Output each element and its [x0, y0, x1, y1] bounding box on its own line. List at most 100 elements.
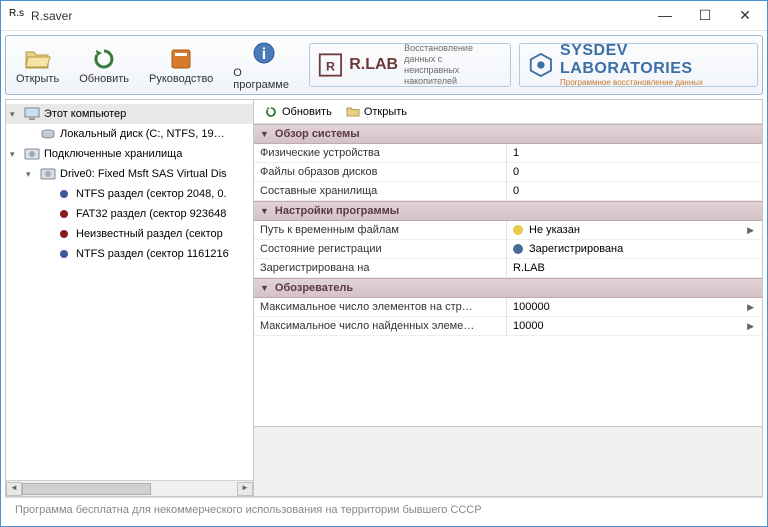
prop-val[interactable]: 100000 ▶ [506, 298, 762, 316]
rlab-logo-icon: R [318, 51, 343, 79]
expand-arrow-icon[interactable]: ▶ [747, 302, 754, 313]
tree-hscrollbar[interactable]: ◄ ► [6, 480, 253, 496]
titlebar: R.s R.saver — ☐ ✕ [1, 1, 767, 31]
tree-p3-label: Неизвестный раздел (сектор [76, 228, 223, 240]
tree-storages-label: Подключенные хранилища [44, 148, 182, 160]
prop-val: 1 [506, 144, 762, 162]
tree-root-label: Этот компьютер [44, 108, 126, 120]
section-overview[interactable]: ▼ Обзор системы [254, 124, 762, 144]
prop-key: Состояние регистрации [254, 240, 506, 258]
properties-grid: ▼ Обзор системы Физические устройства 1 … [254, 124, 762, 426]
partition-icon [56, 246, 72, 262]
empty-bottom-panel [254, 426, 762, 496]
open-label: Открыть [16, 73, 59, 85]
section-overview-label: Обзор системы [275, 128, 360, 140]
expand-arrow-icon[interactable]: ▶ [747, 225, 754, 236]
prop-key: Файлы образов дисков [254, 163, 506, 181]
details-open-button[interactable]: Открыть [346, 105, 407, 119]
partition-icon [56, 226, 72, 242]
svg-text:i: i [262, 46, 266, 63]
collapse-icon[interactable]: ▾ [10, 149, 20, 160]
prop-val: Зарегистрирована [506, 240, 762, 258]
prop-val: 0 [506, 163, 762, 181]
prop-val[interactable]: 10000 ▶ [506, 317, 762, 335]
expand-arrow-icon[interactable]: ▶ [747, 321, 754, 332]
prop-row: Состояние регистрации Зарегистрирована [254, 240, 762, 259]
collapse-icon[interactable]: ▾ [10, 109, 20, 120]
scroll-left-button[interactable]: ◄ [6, 482, 22, 496]
folder-open-icon [24, 45, 52, 73]
tree-drive0[interactable]: ▾ Drive0: Fixed Msft SAS Virtual Dis [6, 164, 253, 184]
prop-row[interactable]: Максимальное число элементов на стр… 100… [254, 298, 762, 317]
window-title: R.saver [31, 9, 651, 23]
partition-icon [56, 206, 72, 222]
content-area: ▾ Этот компьютер Локальный диск (C:, NTF… [5, 99, 763, 497]
status-bar: Программа бесплатна для некоммерческого … [5, 497, 763, 522]
scroll-track[interactable] [22, 482, 237, 496]
maximize-button[interactable]: ☐ [691, 7, 719, 24]
chevron-down-icon: ▼ [260, 129, 269, 139]
partition-icon [56, 186, 72, 202]
details-toolbar: Обновить Открыть [254, 100, 762, 124]
chevron-down-icon: ▼ [260, 206, 269, 216]
prop-key: Физические устройства [254, 144, 506, 162]
scroll-thumb[interactable] [22, 483, 151, 495]
sysdev-title: SYSDEV LABORATORIES [560, 42, 749, 78]
tree-p4-label: NTFS раздел (сектор 1161216 [76, 248, 229, 260]
prop-row[interactable]: Максимальное число найденных элеме… 1000… [254, 317, 762, 336]
chevron-down-icon: ▼ [260, 283, 269, 293]
tree-partition-1[interactable]: NTFS раздел (сектор 2048, 0. [6, 184, 253, 204]
app-icon: R.s [9, 8, 25, 24]
folder-small-icon [346, 105, 360, 119]
prop-row[interactable]: Путь к временным файлам Не указан ▶ [254, 221, 762, 240]
details-panel: Обновить Открыть ▼ Обзор системы Физичес… [254, 100, 762, 496]
about-label: О программе [233, 67, 295, 91]
prop-val: 0 [506, 182, 762, 200]
section-settings-label: Настройки программы [275, 205, 399, 217]
tree-root[interactable]: ▾ Этот компьютер [6, 104, 253, 124]
prop-row: Физические устройства 1 [254, 144, 762, 163]
manual-label: Руководство [149, 73, 213, 85]
book-icon [167, 45, 195, 73]
svg-text:R: R [326, 59, 335, 73]
prop-key: Зарегистрирована на [254, 259, 506, 277]
tree-drive0-label: Drive0: Fixed Msft SAS Virtual Dis [60, 168, 227, 180]
brand-rlab[interactable]: R R.LAB Восстановление данных с неисправ… [309, 43, 511, 87]
tree-partition-4[interactable]: NTFS раздел (сектор 1161216 [6, 244, 253, 264]
disk-icon [40, 126, 56, 142]
status-dot-icon [513, 225, 523, 235]
app-window: R.s R.saver — ☐ ✕ Открыть Обновить Руков… [0, 0, 768, 527]
rlab-sub1: Восстановление данных с [404, 43, 502, 65]
device-tree: ▾ Этот компьютер Локальный диск (C:, NTF… [6, 100, 254, 496]
tree-local-disk[interactable]: Локальный диск (C:, NTFS, 19… [6, 124, 253, 144]
main-toolbar: Открыть Обновить Руководство i О програм… [5, 35, 763, 95]
scroll-right-button[interactable]: ► [237, 482, 253, 496]
sysdev-logo-icon [528, 51, 554, 79]
window-controls: — ☐ ✕ [651, 7, 759, 24]
prop-key: Максимальное число найденных элеме… [254, 317, 506, 335]
prop-key: Составные хранилища [254, 182, 506, 200]
prop-key: Путь к временным файлам [254, 221, 506, 239]
prop-val[interactable]: Не указан ▶ [506, 221, 762, 239]
prop-row: Зарегистрирована на R.LAB [254, 259, 762, 278]
open-button[interactable]: Открыть [6, 41, 69, 89]
tree-partition-2[interactable]: FAT32 раздел (сектор 923648 [6, 204, 253, 224]
prop-row: Файлы образов дисков 0 [254, 163, 762, 182]
tree-partition-3[interactable]: Неизвестный раздел (сектор [6, 224, 253, 244]
close-button[interactable]: ✕ [731, 7, 759, 24]
manual-button[interactable]: Руководство [139, 41, 223, 89]
collapse-icon[interactable]: ▾ [26, 169, 36, 180]
minimize-button[interactable]: — [651, 7, 679, 24]
refresh-label: Обновить [79, 73, 129, 85]
tree-p2-label: FAT32 раздел (сектор 923648 [76, 208, 226, 220]
refresh-button[interactable]: Обновить [69, 41, 139, 89]
tree-storages[interactable]: ▾ Подключенные хранилища [6, 144, 253, 164]
tree-local-disk-label: Локальный диск (C:, NTFS, 19… [60, 128, 225, 140]
section-browser[interactable]: ▼ Обозреватель [254, 278, 762, 298]
brand-sysdev[interactable]: SYSDEV LABORATORIES Программное восстано… [519, 43, 758, 87]
section-settings[interactable]: ▼ Настройки программы [254, 201, 762, 221]
about-button[interactable]: i О программе [223, 35, 305, 95]
rlab-title: R.LAB [349, 56, 398, 74]
prop-row: Составные хранилища 0 [254, 182, 762, 201]
details-refresh-button[interactable]: Обновить [264, 105, 332, 119]
